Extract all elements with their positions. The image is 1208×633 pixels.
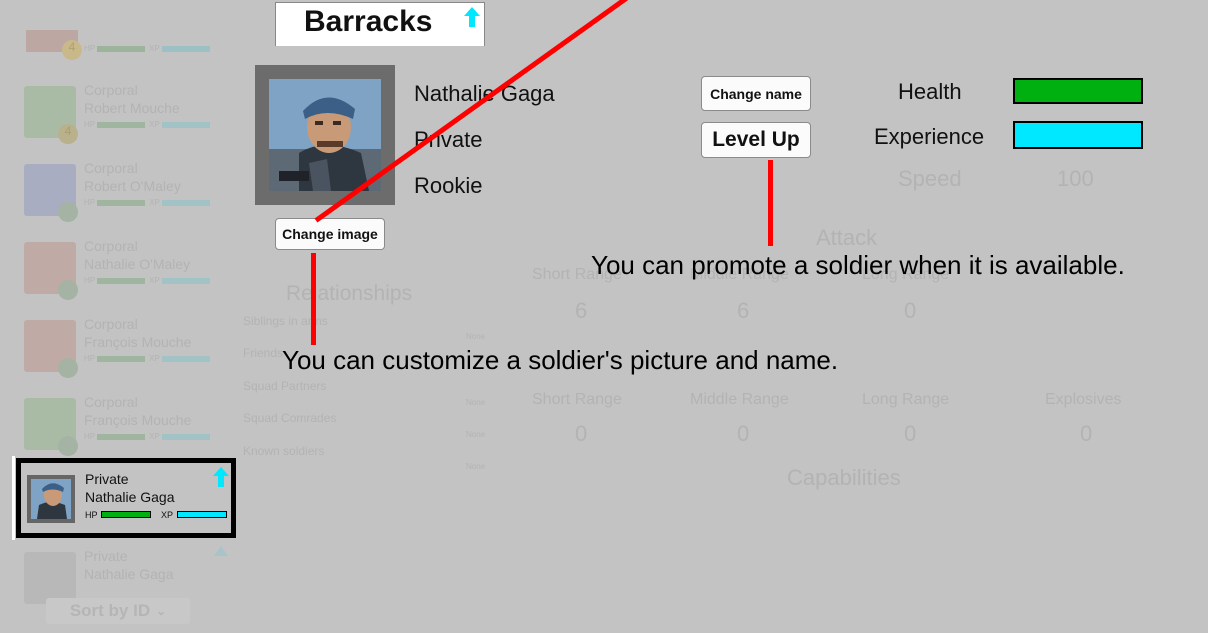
relationship-row: Friends	[243, 346, 284, 360]
health-label: Health	[898, 79, 962, 104]
soldier-name: Robert O'Maley	[84, 178, 181, 194]
xp-bar	[161, 277, 210, 284]
selected-soldier-card[interactable]: Private Nathalie Gaga HP XP	[16, 458, 236, 538]
list-item[interactable]: Corporal Robert O'Maley HP XP	[22, 158, 232, 230]
xp-bar	[161, 355, 210, 362]
xp-bar	[161, 199, 210, 206]
hp-bar	[97, 355, 146, 362]
experience-label: Experience	[874, 124, 985, 149]
attack-value: 0	[904, 298, 917, 323]
chevron-down-icon: ⌄	[156, 604, 167, 618]
hp-bar	[97, 433, 146, 440]
list-item[interactable]: Corporal François Mouche HP XP	[22, 314, 232, 386]
soldier-avatar	[27, 475, 75, 523]
level-badge: 4	[62, 40, 82, 60]
level-badge	[58, 202, 78, 222]
relationship-none: None	[466, 332, 486, 341]
soldier-name: Nathalie Gaga	[85, 489, 175, 505]
hp-bar	[97, 45, 146, 52]
soldier-name: Nathalie Gaga	[84, 566, 174, 582]
soldier-name: François Mouche	[84, 412, 192, 428]
barracks-title-tab: Barracks	[275, 2, 485, 46]
change-name-button[interactable]: Change name	[701, 76, 811, 111]
defense-value: 0	[575, 421, 588, 446]
defense-value: 0	[1080, 421, 1093, 446]
level-up-button[interactable]: Level Up	[701, 122, 811, 158]
list-item[interactable]: Corporal François Mouche HP XP	[22, 392, 232, 464]
attack-value: 6	[737, 298, 750, 323]
soldier-rank: Corporal	[84, 82, 138, 98]
defense-value: 0	[737, 421, 750, 446]
soldier-portrait[interactable]	[269, 79, 381, 191]
attack-title: Attack	[816, 225, 878, 250]
experience-bar-fill	[1015, 123, 1141, 147]
speed-label: Speed	[898, 166, 962, 191]
relationship-none: None	[466, 430, 486, 439]
relationship-row: Squad Partners	[243, 379, 327, 393]
soldier-experience-level: Rookie	[414, 173, 483, 198]
hp-bar	[97, 277, 146, 284]
relationship-row: Known soldiers	[243, 444, 325, 458]
relationship-none: None	[466, 462, 486, 471]
selected-card-edge	[12, 456, 15, 540]
level-badge	[58, 280, 78, 300]
promote-callout-text: You can promote a soldier when it is ava…	[591, 250, 1125, 280]
defense-range-label: Explosives	[1045, 391, 1122, 408]
level-badge	[58, 436, 78, 456]
promotion-arrow-icon	[214, 546, 228, 556]
relationship-none: None	[466, 398, 486, 407]
defense-range-label: Middle Range	[690, 391, 789, 408]
customize-callout-text: You can customize a soldier's picture an…	[282, 345, 839, 375]
xp-bar	[177, 511, 227, 518]
soldier-rank: Corporal	[84, 394, 138, 410]
defense-range-label: Long Range	[862, 391, 950, 408]
soldier-rank: Corporal	[84, 316, 138, 332]
level-badge: 4	[58, 124, 78, 144]
capabilities-title: Capabilities	[787, 465, 901, 490]
soldier-rank: Private	[85, 471, 129, 487]
health-bar	[1013, 78, 1143, 104]
defense-range-label: Short Range	[532, 391, 622, 408]
change-image-button[interactable]: Change image	[275, 218, 385, 250]
xp-label: XP	[161, 510, 174, 520]
xp-bar	[161, 433, 210, 440]
list-item[interactable]: Corporal Nathalie O'Maley HP XP	[22, 236, 232, 308]
soldier-name: Nathalie O'Maley	[84, 256, 191, 272]
hp-bar	[101, 511, 151, 518]
soldier-avatar	[24, 552, 76, 604]
health-bar-fill	[1015, 80, 1141, 102]
relationship-row: Squad Comrades	[243, 411, 337, 425]
soldier-rank: Corporal	[84, 238, 138, 254]
list-item-partial[interactable]: 4 HP XP	[22, 30, 232, 60]
defense-value: 0	[904, 421, 917, 446]
experience-bar	[1013, 121, 1143, 149]
promotion-arrow-icon	[213, 467, 229, 492]
hp-bar	[97, 199, 146, 206]
soldier-rank: Corporal	[84, 160, 138, 176]
soldier-name: Robert Mouche	[84, 100, 180, 116]
callout-line	[311, 253, 316, 345]
xp-bar	[161, 45, 210, 52]
relationships-title: Relationships	[286, 282, 413, 305]
soldier-rank: Private	[84, 548, 128, 564]
hp-bar	[97, 121, 146, 128]
hp-label: HP	[85, 510, 98, 520]
xp-bar	[161, 121, 210, 128]
promotion-arrow-icon	[464, 7, 480, 27]
attack-value: 6	[575, 298, 588, 323]
page-title: Barracks	[304, 5, 433, 38]
list-item[interactable]: 4 Corporal Robert Mouche HP XP	[22, 80, 232, 152]
level-badge	[58, 358, 78, 378]
soldier-name: Nathalie Gaga	[414, 81, 555, 106]
portrait-frame	[255, 65, 395, 205]
callout-line	[768, 160, 773, 246]
soldier-name: François Mouche	[84, 334, 192, 350]
sort-button[interactable]: Sort by ID ⌄	[46, 598, 190, 624]
speed-value: 100	[1057, 166, 1094, 191]
